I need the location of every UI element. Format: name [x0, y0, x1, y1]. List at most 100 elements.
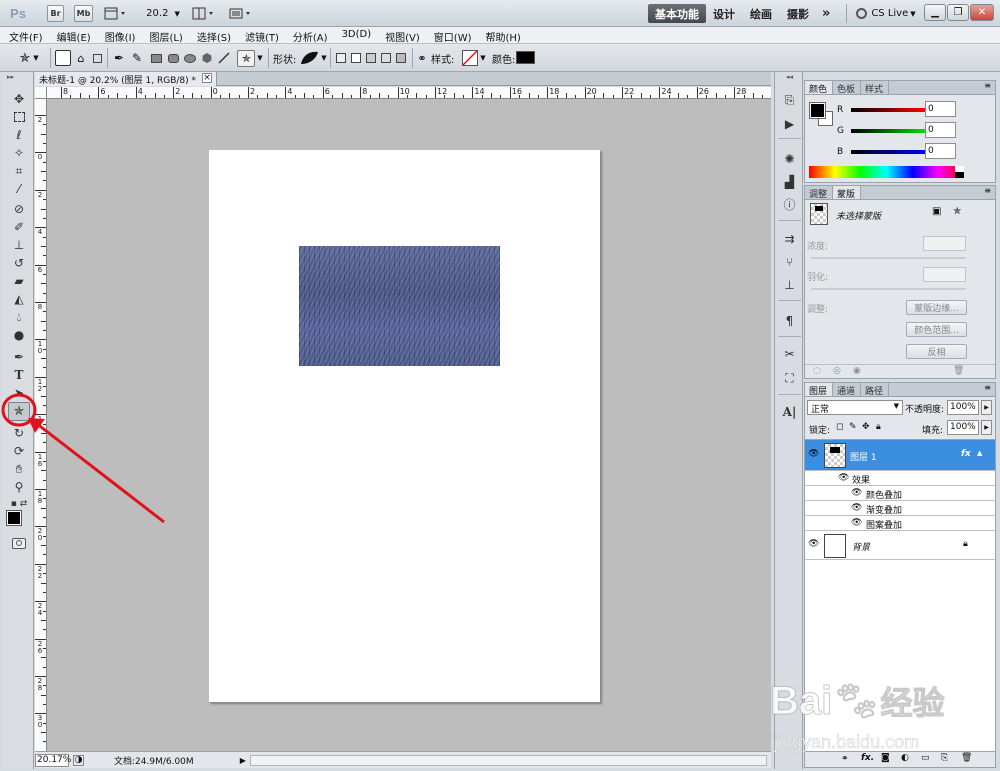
3d-rotate-tool[interactable]: ↻ [8, 425, 30, 441]
visibility-eye-icon[interactable]: 👁︎ [808, 449, 820, 459]
shape-color-swatch[interactable] [516, 51, 535, 64]
workspace-essentials[interactable]: 基本功能 [648, 4, 706, 23]
blue-value-field[interactable]: 0 [925, 143, 956, 159]
fill-field[interactable]: 100% [947, 420, 979, 435]
fill-pixels-mode[interactable] [91, 49, 103, 67]
document-tab[interactable]: 未标题-1 @ 20.2% (图层 1, RGB/8) * × [35, 72, 217, 86]
zoom-tool[interactable]: ⚲ [8, 479, 30, 495]
visibility-eye-icon[interactable]: 👁︎ [808, 539, 820, 549]
effect-visibility-icon[interactable]: 👁︎ [851, 518, 863, 528]
3d-orbit-tool[interactable]: ⟳ [8, 443, 30, 459]
denim-texture-shape[interactable] [299, 246, 500, 366]
workspace-photography[interactable]: 摄影 [780, 4, 816, 23]
new-shape-layer-option[interactable] [334, 49, 348, 67]
add-style-icon[interactable]: fx. [861, 753, 874, 763]
move-tool[interactable]: ✥ [8, 91, 30, 107]
blur-tool[interactable]: 💧︎ [8, 309, 30, 325]
menu-image[interactable]: 图像(I) [96, 27, 141, 44]
zoom-level-dropdown[interactable]: 20.2 ▼ [144, 5, 182, 22]
marquee-tool[interactable] [8, 109, 30, 125]
horizontal-ruler[interactable]: 8 6 4 2 0 2 4 6 8 10 12 14 16 18 20 22 24 26 28 [47, 87, 771, 99]
add-mask-icon[interactable]: ◙ [881, 753, 890, 763]
mini-bridge-button[interactable]: Mb [74, 5, 93, 22]
menu-file[interactable]: 文件(F) [0, 27, 48, 44]
apply-mask-icon[interactable]: ◎ [833, 366, 841, 376]
effect-visibility-icon[interactable]: 👁︎ [851, 488, 863, 498]
restore-button[interactable]: ❐ [947, 4, 969, 21]
paragraph-panel-button[interactable]: ¶ [781, 312, 798, 329]
eyedropper-tool[interactable]: ⁄ [8, 181, 30, 197]
menu-window[interactable]: 窗口(W) [425, 27, 477, 44]
feather-field[interactable] [923, 267, 966, 282]
fx-badge[interactable]: fx [961, 449, 971, 459]
workspace-design[interactable]: 设计 [706, 4, 742, 23]
panel-menu-icon[interactable]: ≡ [984, 383, 995, 396]
layer-row-layer1[interactable]: 👁︎ 图层 1 fx ▲ [805, 440, 995, 471]
canvas-workspace[interactable] [47, 99, 771, 751]
tab-layers[interactable]: 图层 [805, 383, 834, 397]
menu-view[interactable]: 视图(V) [376, 27, 425, 44]
color-range-button[interactable]: 颜色范围... [906, 322, 967, 337]
pen-tool-option[interactable]: ✒ [111, 49, 127, 67]
clone-stamp-tool[interactable]: ⊥ [8, 237, 30, 253]
info-panel-button[interactable]: ⓘ [781, 196, 798, 213]
line-option[interactable] [217, 49, 231, 67]
rectangle-option[interactable] [149, 49, 163, 67]
screen-mode-button[interactable] [228, 5, 254, 22]
layer-name[interactable]: 图层 1 [850, 450, 877, 463]
red-slider[interactable] [851, 108, 925, 112]
color-spectrum-ramp[interactable] [809, 166, 964, 178]
tool-preset-picker[interactable]: ✯ ▼ [12, 49, 46, 67]
arrange-documents-button[interactable] [191, 5, 217, 22]
red-value-field[interactable]: 0 [925, 101, 956, 117]
histogram-panel-button[interactable]: ▟ [781, 173, 798, 190]
lasso-tool[interactable]: ℓ [8, 127, 30, 143]
shape-layers-mode[interactable] [55, 49, 71, 67]
foreground-color-swatch[interactable] [6, 510, 22, 526]
green-value-field[interactable]: 0 [925, 122, 956, 138]
style-picker[interactable]: ▼ [459, 49, 489, 67]
custom-shape-option[interactable]: ✯ ▼ [235, 49, 265, 67]
menu-edit[interactable]: 编辑(E) [48, 27, 96, 44]
tab-swatches[interactable]: 色板 [833, 81, 862, 95]
invert-button[interactable]: 反相 [906, 344, 967, 359]
rounded-rectangle-option[interactable] [166, 49, 180, 67]
load-selection-icon[interactable]: ◌ [813, 366, 821, 376]
layer-row-background[interactable]: 👁︎ 背景 🔒︎ [805, 531, 995, 560]
lock-pixels-icon[interactable]: ✎ [849, 422, 857, 432]
effect-row-color-overlay[interactable]: 👁︎ 颜色叠加 [805, 486, 995, 501]
view-extras-button[interactable] [103, 5, 129, 22]
tab-color[interactable]: 颜色 [805, 81, 834, 95]
add-to-shape-option[interactable] [349, 49, 363, 67]
ellipse-option[interactable] [183, 49, 197, 67]
crop-tool[interactable]: ⌗ [8, 163, 30, 179]
effect-row-pattern-overlay[interactable]: 👁︎ 图案叠加 [805, 516, 995, 531]
shape-picker[interactable]: ▼ [298, 49, 328, 67]
document-canvas[interactable] [209, 150, 600, 702]
black-swatch[interactable] [955, 172, 964, 178]
panel-menu-icon[interactable]: ≡ [984, 186, 995, 199]
layer-name[interactable]: 背景 [852, 540, 870, 553]
freeform-pen-option[interactable]: ✎ [129, 49, 145, 67]
horizontal-scrollbar[interactable] [249, 754, 767, 766]
3d-panel-button[interactable]: ⛶ [781, 370, 798, 387]
tab-styles[interactable]: 样式 [861, 81, 890, 95]
paths-mode[interactable]: ⌂ [73, 49, 89, 67]
character-panel-button[interactable]: A| [781, 403, 798, 420]
exclude-shape-option[interactable] [394, 49, 408, 67]
collapse-effects-icon[interactable]: ▲ [977, 449, 982, 457]
green-slider[interactable] [851, 129, 925, 133]
collapse-dock-icon[interactable]: ◂◂ [786, 73, 793, 81]
blue-slider[interactable] [851, 150, 925, 154]
minimize-button[interactable]: ▁ [924, 4, 946, 21]
effect-row-gradient-overlay[interactable]: 👁︎ 渐变叠加 [805, 501, 995, 516]
more-workspaces-button[interactable]: » [815, 4, 837, 23]
hand-tool[interactable]: ✋︎ [8, 461, 30, 477]
menu-filter[interactable]: 滤镜(T) [236, 27, 284, 44]
history-brush-tool[interactable]: ↺ [8, 255, 30, 271]
zoom-field[interactable]: 20.17% [35, 753, 71, 767]
adjustment-layer-icon[interactable]: ◐ [901, 753, 909, 763]
close-tab-icon[interactable]: × [202, 73, 212, 83]
fill-slider-toggle[interactable]: ▶ [981, 420, 992, 435]
delete-mask-icon[interactable]: 🗑︎ [953, 366, 964, 376]
